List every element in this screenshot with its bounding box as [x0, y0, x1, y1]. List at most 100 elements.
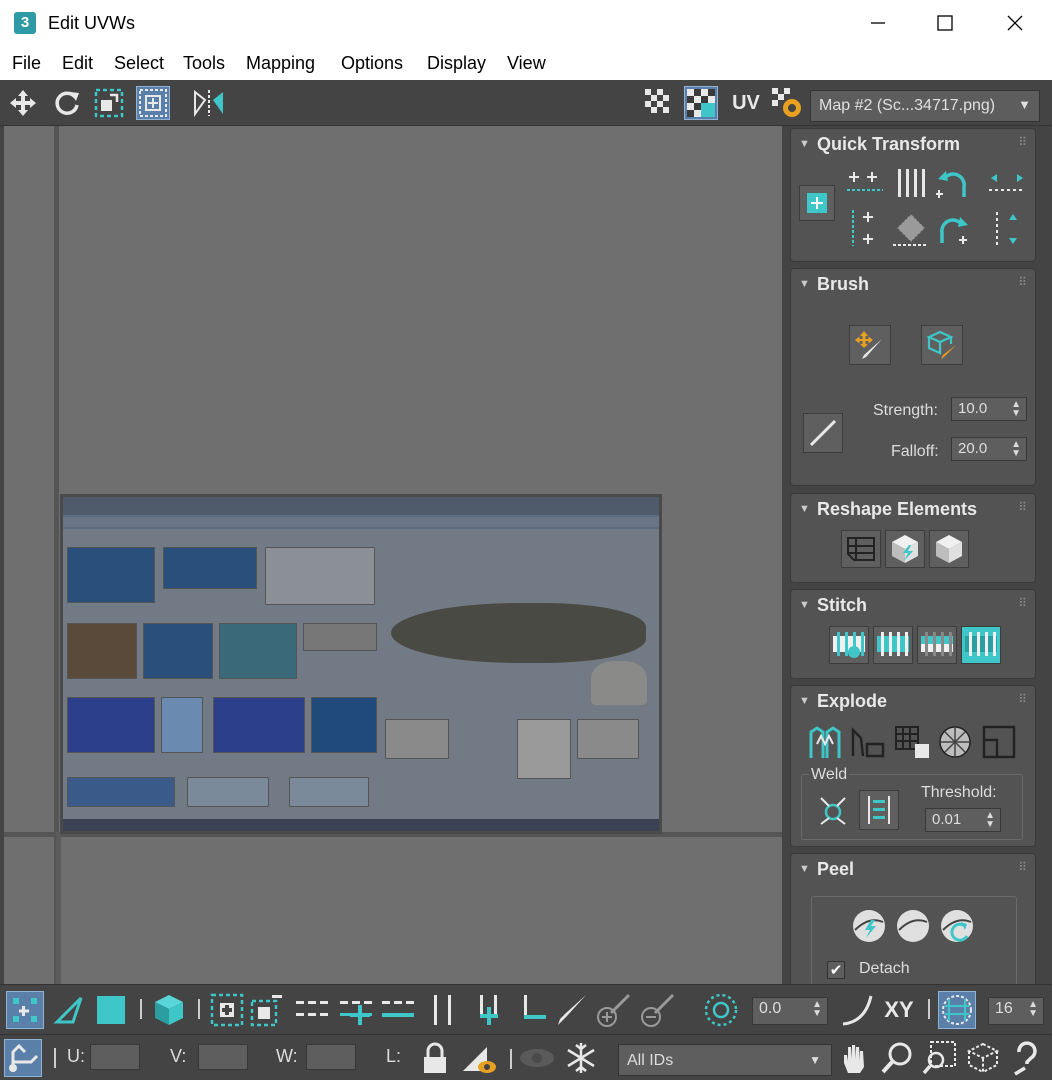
lock-selection-button[interactable] — [416, 1039, 454, 1077]
collapse-arrow-icon[interactable]: ▼ — [799, 695, 810, 707]
straighten-selection-button[interactable] — [841, 530, 881, 568]
rollout-title[interactable]: Stitch — [817, 595, 867, 616]
angle-spinner[interactable]: 0.0 ▲ ▼ — [752, 997, 828, 1025]
grow-ring-button[interactable] — [470, 991, 508, 1029]
uv-space-button[interactable]: UV — [728, 86, 764, 120]
grip-icon[interactable]: ⠿ — [1018, 135, 1027, 149]
relax-settings-button[interactable] — [929, 530, 969, 568]
grow-loop-button[interactable] — [338, 991, 376, 1029]
menu-display[interactable]: Display — [427, 53, 486, 74]
enlarge-brush-button[interactable] — [594, 991, 632, 1029]
space-horizontal-button[interactable] — [987, 165, 1023, 201]
rollout-title[interactable]: Peel — [817, 859, 854, 880]
shrink-brush-button[interactable] — [638, 991, 676, 1029]
rotate-cw-button[interactable] — [935, 211, 971, 247]
stitch-custom-button[interactable] — [829, 626, 869, 664]
u-coordinate-field[interactable] — [90, 1044, 140, 1070]
align-horizontal-button[interactable] — [847, 165, 883, 201]
menu-mapping[interactable]: Mapping — [246, 53, 315, 74]
help-button[interactable] — [1008, 1039, 1046, 1077]
absolute-offset-button[interactable] — [4, 1039, 42, 1077]
edge-select-button[interactable] — [50, 991, 88, 1029]
relax-button[interactable] — [885, 530, 925, 568]
collapse-arrow-icon[interactable]: ▼ — [799, 138, 810, 150]
paint-select-button[interactable] — [552, 991, 590, 1029]
break-button[interactable] — [803, 722, 845, 762]
mirror-tool-button[interactable] — [192, 86, 226, 120]
rollout-title[interactable]: Brush — [817, 274, 869, 295]
flatten-by-smoothing-button[interactable] — [935, 722, 977, 762]
menu-select[interactable]: Select — [114, 53, 164, 74]
space-vertical-button[interactable] — [987, 211, 1023, 247]
rotate-ccw-button[interactable] — [935, 165, 971, 201]
spinner-arrows-icon[interactable]: ▲ ▼ — [1028, 1000, 1038, 1019]
map-settings-button[interactable] — [770, 86, 804, 120]
stitch-average-button[interactable] — [917, 626, 957, 664]
weld-selected-button[interactable] — [813, 790, 853, 830]
loop-button[interactable] — [294, 991, 332, 1029]
align-vertical-lines-button[interactable] — [893, 165, 929, 201]
grip-icon[interactable]: ⠿ — [1018, 500, 1027, 514]
grip-icon[interactable]: ⠿ — [1018, 860, 1027, 874]
falloff-spinner[interactable]: 20.0 ▲ ▼ — [951, 437, 1027, 461]
shrink-ring-button[interactable] — [514, 991, 552, 1029]
collapse-arrow-icon[interactable]: ▼ — [799, 599, 810, 611]
zoom-button[interactable] — [878, 1039, 916, 1077]
map-selector-dropdown[interactable]: Map #2 (Sc...34717.png) ▼ — [810, 90, 1040, 122]
falloff-curve-button[interactable] — [838, 991, 876, 1029]
falloff-type-button[interactable] — [803, 413, 843, 453]
stitch-to-source-button[interactable] — [961, 626, 1001, 664]
straighten-button[interactable] — [891, 211, 927, 247]
grip-icon[interactable]: ⠿ — [1018, 275, 1027, 289]
flatten-by-material-button[interactable] — [979, 722, 1021, 762]
collapse-arrow-icon[interactable]: ▼ — [799, 863, 810, 875]
hide-selection-button[interactable] — [460, 1039, 498, 1077]
quick-peel-button[interactable] — [849, 906, 889, 946]
grip-icon[interactable]: ⠿ — [1018, 692, 1027, 706]
show-all-button[interactable] — [518, 1039, 556, 1077]
menu-file[interactable]: File — [12, 53, 41, 74]
collapse-arrow-icon[interactable]: ▼ — [799, 278, 810, 290]
scale-tool-button[interactable] — [92, 86, 126, 120]
spinner-arrows-icon[interactable]: ▲ ▼ — [985, 811, 995, 830]
checker-pattern-button[interactable] — [642, 86, 676, 120]
grid-size-spinner[interactable]: 16 ▲ ▼ — [988, 997, 1044, 1025]
threshold-spinner[interactable]: 0.01 ▲ ▼ — [925, 808, 1001, 832]
element-select-button[interactable] — [150, 991, 188, 1029]
w-coordinate-field[interactable] — [306, 1044, 356, 1070]
freeform-tool-button[interactable] — [136, 86, 170, 120]
maximize-button[interactable] — [910, 0, 980, 46]
spinner-arrows-icon[interactable]: ▲ ▼ — [1011, 440, 1021, 459]
falloff-space-button[interactable]: XY — [880, 991, 918, 1029]
grow-selection-button[interactable] — [208, 991, 246, 1029]
flatten-by-polygon-button[interactable] — [891, 722, 933, 762]
close-button[interactable] — [980, 0, 1050, 46]
detach-checkbox[interactable]: ✔ — [827, 961, 845, 979]
menu-options[interactable]: Options — [341, 53, 403, 74]
soft-selection-button[interactable] — [702, 991, 740, 1029]
shrink-loop-button[interactable] — [380, 991, 418, 1029]
zoom-region-button[interactable] — [920, 1039, 958, 1077]
uv-editor-viewport[interactable] — [4, 126, 782, 984]
show-map-button[interactable] — [684, 86, 718, 120]
weld-target-button[interactable] — [859, 790, 899, 830]
material-id-dropdown[interactable]: All IDs ▼ — [618, 1044, 832, 1076]
polygon-select-button[interactable] — [92, 991, 130, 1029]
menu-tools[interactable]: Tools — [183, 53, 225, 74]
reset-peel-button[interactable] — [937, 906, 977, 946]
freeze-selection-button[interactable] — [562, 1039, 600, 1077]
relax-brush-button[interactable] — [921, 325, 963, 365]
stitch-to-target-button[interactable] — [873, 626, 913, 664]
paint-move-button[interactable] — [849, 325, 891, 365]
rollout-title[interactable]: Explode — [817, 691, 887, 712]
spinner-arrows-icon[interactable]: ▲ ▼ — [1011, 400, 1021, 419]
minimize-button[interactable] — [843, 0, 913, 46]
collapse-arrow-icon[interactable]: ▼ — [799, 503, 810, 515]
pan-button[interactable] — [836, 1039, 874, 1077]
spinner-arrows-icon[interactable]: ▲ ▼ — [812, 1000, 822, 1019]
zoom-extents-button[interactable] — [964, 1039, 1002, 1077]
align-vertical-button[interactable] — [847, 210, 883, 247]
move-tool-button[interactable] — [6, 86, 40, 120]
strength-spinner[interactable]: 10.0 ▲ ▼ — [951, 397, 1027, 421]
v-coordinate-field[interactable] — [198, 1044, 248, 1070]
